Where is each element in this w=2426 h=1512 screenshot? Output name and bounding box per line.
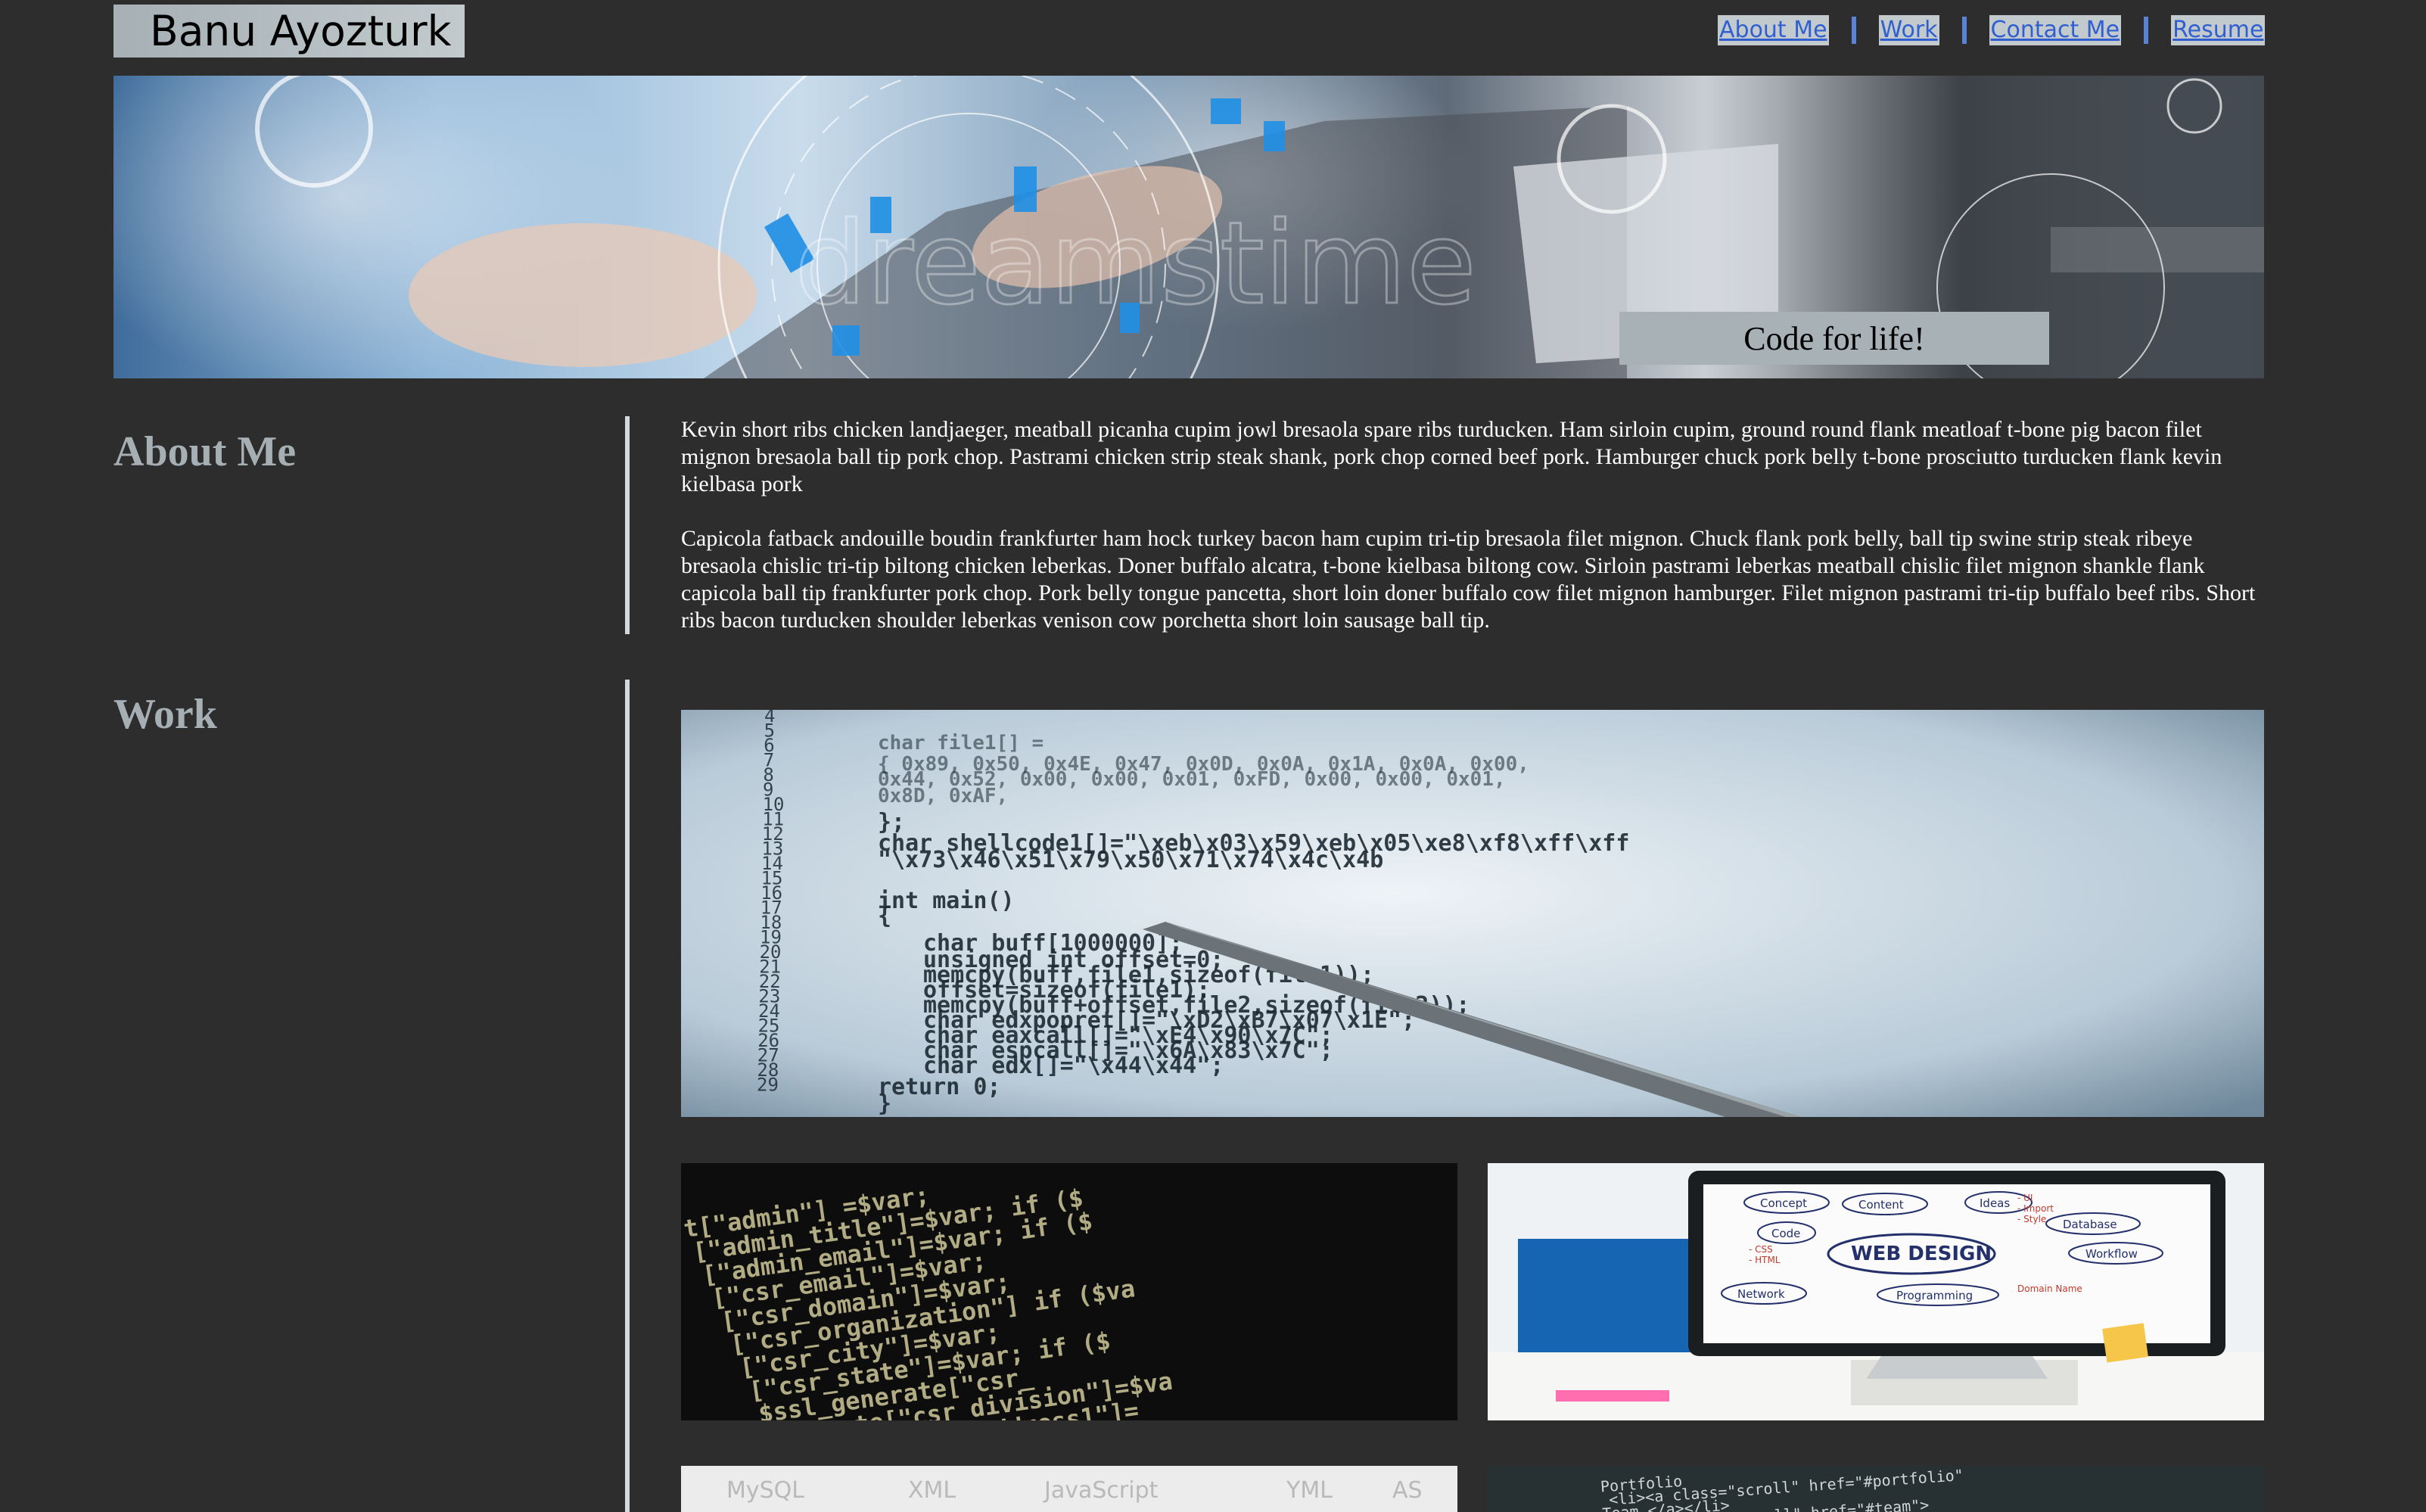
work-thumbnail-html-code[interactable]: Portfolio <li><a class="scroll" href="#po…	[1488, 1466, 2264, 1512]
puzzle-word: AS	[1392, 1477, 1423, 1504]
work-thumbnail-web-design[interactable]: WEB DESIGN Concept Content Ideas Code Databas…	[1488, 1163, 2264, 1420]
code-line: }	[878, 1090, 891, 1117]
nav-separator	[2144, 17, 2149, 44]
code-line: "\x73\x46\x51\x79\x50\x71\x74\x4c\x4b	[878, 847, 1383, 873]
diagram-node-label: Content	[1858, 1198, 1904, 1212]
about-paragraph: Capicola fatback andouille boudin frankf…	[681, 526, 2256, 633]
nav-about-me[interactable]: About Me	[1718, 15, 1829, 45]
code-line: return 0;	[878, 1074, 1001, 1100]
code-line: int main()	[878, 888, 1015, 914]
watermark: dreamstime	[795, 198, 1476, 330]
puzzle-word: XML	[908, 1477, 956, 1504]
about-paragraph: Kevin short ribs chicken landjaeger, mea…	[681, 417, 2222, 496]
diagram-center-label: WEB DESIGN	[1851, 1243, 1992, 1265]
work-featured-image[interactable]: 4 5 6 7 8 9 10 11 12 13 14 15 16 17 18 19 20 21 22 23 24 25 26…	[681, 710, 2264, 1117]
banner-tagline: Code for life!	[1619, 312, 2049, 365]
tagline-text: Code for life!	[1743, 319, 1925, 357]
html-code-image: Portfolio<li><a class="scroll" href="#po…	[1488, 1466, 2264, 1512]
diagram-node-label: Workflow	[2085, 1247, 2138, 1261]
diagram-small-label: - HTML	[1749, 1255, 1781, 1265]
work-heading: Work	[114, 691, 217, 738]
diagram-node-label: Ideas	[1980, 1196, 2010, 1210]
nav-separator	[1961, 17, 1967, 44]
puzzle-word: MySQL	[726, 1477, 804, 1504]
code-line: {	[878, 903, 891, 929]
diagram-small-label: Domain Name	[2017, 1283, 2082, 1294]
code-paper-image: 4567891011121314151617181920212223242526…	[681, 710, 2264, 1117]
puzzle-word: YML	[1286, 1477, 1333, 1504]
site-brand: Banu Ayozturk	[114, 5, 465, 58]
diagram-node-label: Concept	[1760, 1196, 1807, 1210]
about-divider	[625, 416, 630, 634]
diagram-small-label: - UI	[2017, 1193, 2033, 1203]
nav-separator	[1851, 17, 1856, 44]
diagram-small-label: - Style	[2017, 1214, 2046, 1224]
code-line: char file1[] =	[878, 732, 1043, 754]
about-heading: About Me	[114, 428, 297, 475]
puzzle-word: JavaScript	[1043, 1477, 1159, 1504]
main-nav: About Me Work Contact Me Resume	[1718, 15, 2266, 45]
diagram-small-label: - CSS	[1749, 1244, 1773, 1255]
diagram-node-label: Programming	[1896, 1289, 1973, 1302]
line-number: 29	[757, 1075, 779, 1096]
about-text: Kevin short ribs chicken landjaeger, mea…	[681, 416, 2264, 661]
diagram-node-label: Network	[1737, 1287, 1785, 1301]
nav-work[interactable]: Work	[1878, 15, 1939, 45]
work-thumbnail-code[interactable]: t["admin"] =$var; ["admin_title"]=$var; i…	[681, 1163, 1457, 1420]
diagram-node-label: Code	[1771, 1227, 1800, 1240]
work-divider	[625, 680, 630, 1512]
code-screen-image: t["admin"] =$var;["admin_title"]=$var; i…	[681, 1163, 1457, 1420]
puzzle-image: MySQL XML JavaScript YML AS	[681, 1466, 1457, 1512]
nav-resume[interactable]: Resume	[2171, 15, 2266, 45]
hero-banner: dreamstime Code for life!	[114, 76, 2264, 378]
brand-name: Banu Ayozturk	[150, 7, 452, 55]
nav-contact-me[interactable]: Contact Me	[1989, 15, 2122, 45]
diagram-node-label: Database	[2063, 1218, 2117, 1231]
work-thumbnail-puzzle[interactable]: MySQL XML JavaScript YML AS	[681, 1466, 1457, 1512]
diagram-small-label: - Import	[2017, 1203, 2054, 1214]
web-design-image: WEB DESIGN Concept Content Ideas Code Databas…	[1488, 1163, 2264, 1420]
code-line: 0x8D, 0xAF,	[878, 785, 1008, 807]
